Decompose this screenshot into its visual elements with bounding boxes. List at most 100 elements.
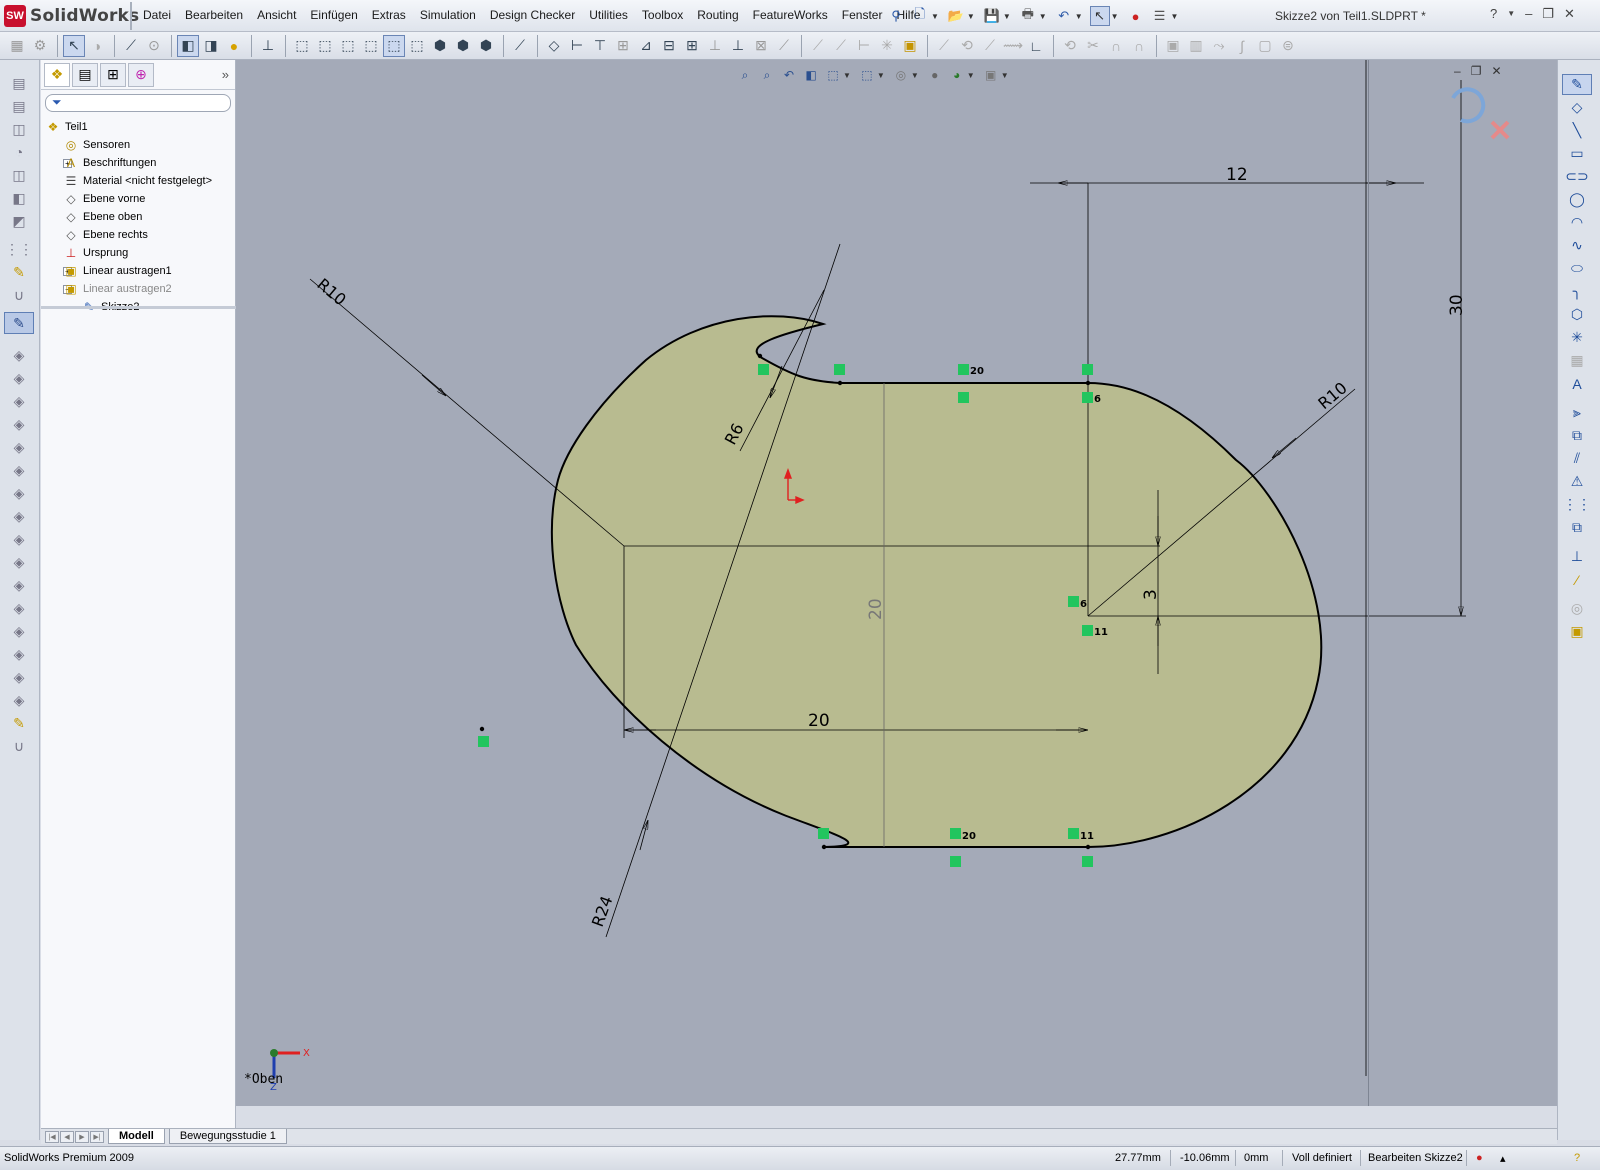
menu-routing[interactable]: Routing bbox=[690, 8, 745, 22]
circle-icon[interactable]: ◯ bbox=[1562, 189, 1592, 210]
tree-item[interactable]: ◎ Sensoren bbox=[43, 136, 235, 154]
dimension-radius-large[interactable]: R24 bbox=[588, 893, 617, 929]
move-icon[interactable]: ⟿ bbox=[1002, 35, 1024, 57]
tool-icon[interactable]: ◈ bbox=[4, 367, 34, 389]
tree-item[interactable]: ◇ Ebene rechts bbox=[43, 226, 235, 244]
menu-design-checker[interactable]: Design Checker bbox=[483, 8, 582, 22]
sketch-pencil-icon[interactable]: ✎ bbox=[4, 261, 34, 283]
tool-icon[interactable]: ◈ bbox=[4, 436, 34, 458]
view-dimetric-icon[interactable]: ⬢ bbox=[475, 35, 497, 57]
tool-icon[interactable]: ◈ bbox=[4, 390, 34, 412]
sketch-pencil-icon[interactable]: ✎ bbox=[4, 712, 34, 734]
mirror-icon[interactable]: ⟋ bbox=[979, 35, 1001, 57]
tree-item[interactable]: + A Beschriftungen bbox=[43, 154, 235, 172]
graphics-area[interactable]: ⌕ ⌕ ↶ ◧ ⬚ ▼ ⬚ ▼ ◎ ▼ ● ◕ ▼ ▣ ▼ – ❐ ✕ 12 3… bbox=[236, 60, 1557, 1106]
sketch-picture-icon[interactable]: ▣ bbox=[1562, 621, 1592, 642]
next-tab-icon[interactable]: ▶ bbox=[75, 1130, 89, 1143]
chain-dimension-icon[interactable]: ⊟ bbox=[658, 35, 680, 57]
chevron-down-icon[interactable]: ▼ bbox=[931, 12, 939, 21]
sketch-point[interactable] bbox=[1085, 380, 1091, 386]
chevron-down-icon[interactable]: ▼ bbox=[1111, 12, 1119, 21]
repair-sketch-icon[interactable]: ⟋ bbox=[773, 35, 795, 57]
panel-divider[interactable] bbox=[41, 306, 236, 309]
tool-icon[interactable]: ◈ bbox=[4, 574, 34, 596]
trim-icon[interactable]: ⫽ bbox=[1562, 448, 1592, 469]
fillet-icon[interactable]: ◩ bbox=[4, 210, 34, 232]
sketch-point[interactable] bbox=[479, 726, 485, 732]
line-icon[interactable]: ╲ bbox=[1562, 120, 1592, 141]
offset-icon[interactable]: ⟲ bbox=[956, 35, 978, 57]
spline-icon[interactable]: ∿ bbox=[1562, 235, 1592, 256]
feature-icon[interactable]: ▤ bbox=[4, 72, 34, 94]
save-icon[interactable]: 💾 bbox=[982, 6, 1002, 26]
chevron-down-icon[interactable]: ▼ bbox=[1039, 12, 1047, 21]
select-icon[interactable]: ↖ bbox=[63, 34, 85, 57]
options-icon[interactable]: ☰ bbox=[1150, 6, 1170, 26]
split-icon[interactable]: ⊢ bbox=[853, 35, 875, 57]
tool-icon[interactable]: ◈ bbox=[4, 666, 34, 688]
sweep-icon[interactable]: ◫ bbox=[4, 164, 34, 186]
loft-icon[interactable]: ◧ bbox=[4, 187, 34, 209]
help-status-icon[interactable]: ? bbox=[1574, 1152, 1580, 1164]
view-left-icon[interactable]: ⬚ bbox=[337, 35, 359, 57]
tool-icon[interactable]: ◈ bbox=[4, 459, 34, 481]
sketch-text-icon[interactable]: ⊜ bbox=[1277, 35, 1299, 57]
spline-icon[interactable]: ∫ bbox=[1231, 35, 1253, 57]
tree-item[interactable]: ◇ Ebene oben bbox=[43, 208, 235, 226]
slot-icon[interactable]: ⊂⊃ bbox=[1562, 166, 1592, 187]
tree-filter-input[interactable]: ⏷ bbox=[45, 94, 231, 112]
cancel-sketch-icon[interactable] bbox=[1490, 120, 1510, 140]
settings-icon[interactable]: ⚙ bbox=[29, 35, 51, 57]
tangent-relation-icon[interactable] bbox=[818, 828, 829, 839]
equal-relation-icon[interactable] bbox=[950, 828, 961, 839]
close-button[interactable]: ✕ bbox=[1564, 6, 1575, 22]
tangent-relation-icon[interactable] bbox=[1082, 856, 1093, 867]
menu-insert[interactable]: Einfügen bbox=[303, 8, 364, 22]
minimize-button[interactable]: – bbox=[1525, 6, 1532, 22]
help-icon[interactable]: ? bbox=[1490, 6, 1497, 22]
offset-icon[interactable]: ⧉ bbox=[1562, 425, 1592, 446]
curve-icon[interactable]: ⤳ bbox=[1208, 35, 1230, 57]
add-relation-icon[interactable]: ⊥ bbox=[704, 35, 726, 57]
vertical-relation-icon[interactable] bbox=[1082, 392, 1093, 403]
dimxpert-tab-icon[interactable]: ⊕ bbox=[128, 62, 154, 87]
dimension-radius-left[interactable]: R10 bbox=[313, 275, 349, 310]
tree-item[interactable]: ◇ Ebene vorne bbox=[43, 190, 235, 208]
vertical-relation-icon[interactable] bbox=[1068, 828, 1079, 839]
relation-icon[interactable]: ⚠ bbox=[1562, 471, 1592, 492]
rotate-icon[interactable]: ⟲ bbox=[1059, 35, 1081, 57]
view-back-icon[interactable]: ⬚ bbox=[314, 35, 336, 57]
tool-icon[interactable]: ◈ bbox=[4, 413, 34, 435]
extend-icon[interactable]: ⟋ bbox=[830, 35, 852, 57]
view-bottom-icon[interactable]: ⬚ bbox=[406, 35, 428, 57]
menu-view[interactable]: Ansicht bbox=[250, 8, 303, 22]
rebuild-status-icon[interactable]: ● bbox=[1476, 1152, 1483, 1164]
print-icon[interactable]: 🖶 bbox=[1018, 6, 1038, 26]
dimension-top-width[interactable]: 12 bbox=[1226, 165, 1248, 185]
chevron-down-icon[interactable]: ▼ bbox=[1507, 6, 1515, 22]
extrude-icon[interactable]: ◫ bbox=[4, 118, 34, 140]
polygon-icon[interactable]: ⬡ bbox=[1562, 304, 1592, 325]
undo-icon[interactable]: ↶ bbox=[1054, 6, 1074, 26]
move-entities-icon[interactable]: ⧉ bbox=[1562, 517, 1592, 538]
menu-edit[interactable]: Bearbeiten bbox=[178, 8, 250, 22]
dimension-bottom-width[interactable]: 20 bbox=[808, 711, 830, 731]
new-document-icon[interactable]: 🗋 bbox=[910, 6, 930, 26]
sketch-icon[interactable]: ✎ bbox=[1562, 74, 1592, 95]
tree-item[interactable]: ❖ Teil1 bbox=[43, 118, 235, 136]
sketch-profile[interactable] bbox=[550, 315, 1323, 848]
section-view-icon[interactable]: ◨ bbox=[200, 35, 222, 57]
curve-icon[interactable]: ∪ bbox=[4, 284, 34, 306]
baseline-dimension-icon[interactable]: ⊞ bbox=[612, 35, 634, 57]
display-relations-icon[interactable]: ⊥ bbox=[1562, 546, 1592, 567]
property-manager-tab-icon[interactable]: ▤ bbox=[72, 62, 98, 87]
scale-icon[interactable]: ✂ bbox=[1082, 35, 1104, 57]
mirror-icon[interactable]: ⫸ bbox=[1562, 402, 1592, 423]
arc-icon[interactable]: ◠ bbox=[1562, 212, 1592, 233]
curve-icon[interactable]: ∪ bbox=[4, 735, 34, 757]
point-icon[interactable]: ✳ bbox=[1562, 327, 1592, 348]
angle-dimension-icon[interactable]: ⊞ bbox=[681, 35, 703, 57]
expand-panel-icon[interactable]: » bbox=[222, 67, 229, 82]
tool-icon[interactable]: ◈ bbox=[4, 643, 34, 665]
sketch-point[interactable] bbox=[757, 353, 763, 359]
